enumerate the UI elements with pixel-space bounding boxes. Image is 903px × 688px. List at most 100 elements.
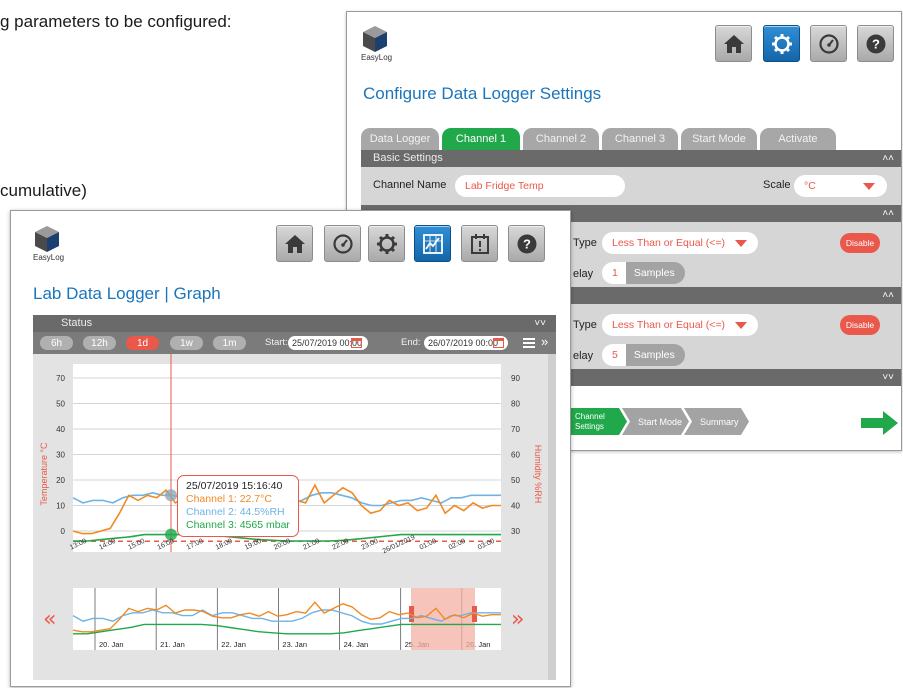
- chart-tooltip: 25/07/2019 15:16:40 Channel 1: 22.7°C Ch…: [177, 475, 299, 537]
- y-right-tick-label: 50: [511, 476, 520, 485]
- gauge-icon: [818, 33, 839, 54]
- basic-settings-body: Channel Name Lab Fridge Temp Scale °C: [361, 167, 901, 205]
- overview-tick-label: 20. Jan: [99, 640, 124, 649]
- page-title: Configure Data Logger Settings: [363, 84, 602, 103]
- status-bar[interactable]: Status ˅˅: [33, 315, 556, 332]
- home-icon: [284, 234, 305, 253]
- alarm-button[interactable]: [461, 225, 498, 262]
- home-button[interactable]: [276, 225, 313, 262]
- alarm-1-disable-button[interactable]: Disable: [840, 233, 880, 253]
- background-text-line-2: cumulative): [0, 181, 87, 200]
- tab-data-logger[interactable]: Data Logger: [361, 128, 439, 150]
- tooltip-channel-3: Channel 3: 4565 mbar: [186, 519, 290, 531]
- svg-text:?: ?: [872, 36, 880, 51]
- y-right-tick-label: 80: [511, 400, 520, 409]
- cursor-marker-channel-2: [165, 489, 177, 502]
- help-icon: ?: [866, 34, 885, 53]
- chevron-down-icon: ˅˅: [882, 372, 894, 383]
- range-6h-button[interactable]: 6h: [40, 336, 73, 350]
- tab-start-mode[interactable]: Start Mode: [681, 128, 757, 150]
- y-left-tick-label: 20: [56, 476, 65, 485]
- alarm-2-disable-button[interactable]: Disable: [840, 315, 880, 335]
- y-left-tick-label: 40: [56, 425, 65, 434]
- tab-channel-3[interactable]: Channel 3: [602, 128, 678, 150]
- cube-icon: [363, 26, 387, 52]
- y-left-tick-label: 70: [56, 374, 65, 383]
- y-right-tick-label: 40: [511, 502, 520, 511]
- alarm-2-delay-label: elay: [573, 350, 594, 362]
- calendar-icon[interactable]: [351, 338, 362, 348]
- expand-icon[interactable]: »: [541, 334, 548, 349]
- chevron-down-icon: ˅˅: [534, 318, 546, 329]
- tooltip-channel-1: Channel 1: 22.7°C: [186, 493, 272, 505]
- y-right-tick-label: 70: [511, 425, 520, 434]
- settings-button[interactable]: [763, 25, 800, 62]
- menu-icon[interactable]: [523, 338, 535, 348]
- overview-tick-label: 23. Jan: [282, 640, 307, 649]
- range-1w-button[interactable]: 1w: [170, 336, 203, 350]
- scale-label: Scale: [763, 179, 791, 191]
- range-12h-button[interactable]: 12h: [83, 336, 116, 350]
- help-button[interactable]: ?: [508, 225, 545, 262]
- tab-activate[interactable]: Activate: [760, 128, 836, 150]
- alarm-2-type-label: Type: [573, 319, 597, 331]
- y-left-tick-label: 30: [56, 451, 65, 460]
- svg-text:?: ?: [523, 236, 531, 251]
- overview-next-arrow[interactable]: »: [511, 607, 524, 632]
- range-1d-button[interactable]: 1d: [126, 336, 159, 350]
- tab-channel-2[interactable]: Channel 2: [523, 128, 599, 150]
- y-right-tick-label: 90: [511, 374, 520, 383]
- tab-channel-1[interactable]: Channel 1: [442, 128, 520, 150]
- easylog-logo: EasyLog: [33, 226, 71, 266]
- overview-tick-label: 24. Jan: [344, 640, 369, 649]
- home-icon: [723, 34, 744, 53]
- help-button[interactable]: ?: [857, 25, 894, 62]
- chevron-up-icon: ˄˄: [882, 153, 894, 164]
- wizard-step-start-mode[interactable]: Start Mode: [622, 408, 684, 435]
- gear-icon: [771, 33, 792, 54]
- y-left-tick-label: 50: [56, 400, 65, 409]
- home-button[interactable]: [715, 25, 752, 62]
- background-text-line-1: g parameters to be configured:: [0, 12, 232, 31]
- next-arrow-icon[interactable]: [861, 411, 899, 435]
- graph-toolbar: 6h 12h 1d 1w 1m Start: 25/07/2019 00:00 …: [33, 332, 556, 354]
- settings-button[interactable]: [368, 225, 405, 262]
- alarm-2-delay-input[interactable]: 5 Samples: [602, 344, 685, 366]
- end-label: End:: [401, 337, 421, 348]
- y-left-tick-label: 0: [61, 527, 66, 536]
- overview-prev-arrow[interactable]: «: [43, 607, 56, 632]
- y-right-tick-label: 60: [511, 451, 520, 460]
- graph-button[interactable]: [414, 225, 451, 262]
- chart-scrollbar[interactable]: [548, 354, 556, 680]
- chevron-down-icon: [735, 322, 747, 329]
- y-right-axis-label: Humidity %RH: [533, 445, 543, 504]
- basic-settings-header[interactable]: Basic Settings ˄˄: [361, 150, 901, 167]
- easylog-logo: EasyLog: [361, 26, 399, 66]
- alarm-icon: [470, 233, 489, 254]
- start-label: Start:: [265, 337, 288, 348]
- channel-name-input[interactable]: Lab Fridge Temp: [455, 175, 625, 197]
- y-left-axis-label: Temperature °C: [39, 442, 49, 506]
- gauge-button[interactable]: [324, 225, 361, 262]
- overview-tick-label: 21. Jan: [160, 640, 185, 649]
- graph-icon: [422, 233, 443, 254]
- channel-name-label: Channel Name: [373, 179, 447, 191]
- tooltip-time: 25/07/2019 15:16:40: [186, 480, 283, 492]
- alarm-1-delay-label: elay: [573, 268, 594, 280]
- wizard-step-channel-settings[interactable]: Channel Settings: [575, 408, 623, 435]
- help-icon: ?: [517, 234, 536, 253]
- alarm-1-delay-input[interactable]: 1 Samples: [602, 262, 685, 284]
- y-right-tick-label: 30: [511, 527, 520, 536]
- cube-icon: [35, 226, 59, 252]
- gauge-icon: [332, 233, 353, 254]
- chevron-up-icon: ˄˄: [882, 208, 894, 219]
- tooltip-channel-2: Channel 2: 44.5%RH: [186, 506, 285, 518]
- graph-window: EasyLog ? Lab Data Logger | Graph Status…: [10, 210, 571, 687]
- calendar-icon[interactable]: [493, 338, 504, 348]
- y-left-tick-label: 10: [56, 502, 65, 511]
- overview-tick-label: 22. Jan: [221, 640, 246, 649]
- gauge-button[interactable]: [810, 25, 847, 62]
- range-1m-button[interactable]: 1m: [213, 336, 246, 350]
- wizard-step-summary[interactable]: Summary: [684, 408, 744, 435]
- overview-selection: [411, 588, 475, 650]
